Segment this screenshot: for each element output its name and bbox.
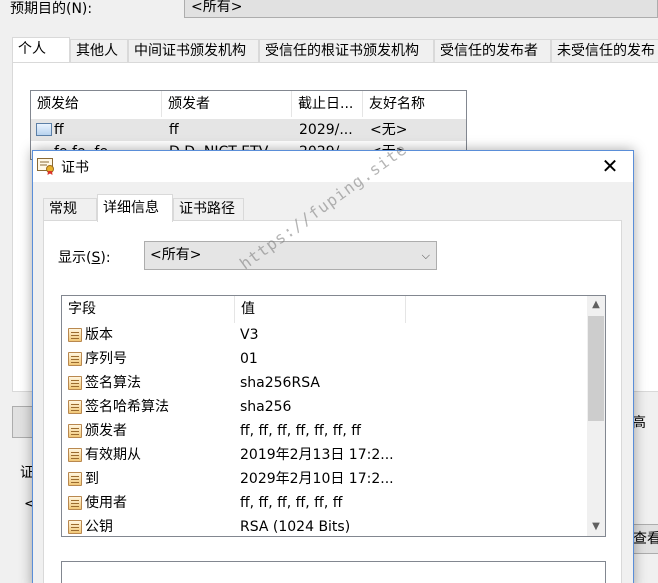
table-row[interactable]: 颁发者 ff, ff, ff, ff, ff, ff, ff <box>62 419 588 443</box>
field-icon <box>68 520 82 534</box>
fields-list[interactable]: 字段 值 版本 V3 序列号 01 签名算法 sha256RSA 签名哈希算法 … <box>61 295 606 537</box>
table-row[interactable]: 有效期从 2019年2月13日 17:2... <box>62 443 588 467</box>
close-button[interactable]: ✕ <box>587 151 633 182</box>
table-row[interactable]: 公钥 RSA (1024 Bits) <box>62 515 588 536</box>
purpose-label: 预期目的(N): <box>10 1 93 17</box>
field-icon <box>68 496 82 510</box>
field-value: ff, ff, ff, ff, ff, ff, ff <box>240 423 361 439</box>
tab-general[interactable]: 常规 <box>43 198 97 221</box>
dialog-titlebar[interactable]: 证书 ✕ <box>33 151 633 182</box>
tab-certification-path[interactable]: 证书路径 <box>173 198 244 221</box>
store-tabs: 个人 其他人 中间证书颁发机构 受信任的根证书颁发机构 受信任的发布者 未受信任… <box>12 37 658 64</box>
field-value: 2029年2月10日 17:2... <box>240 471 394 487</box>
field-name: 版本 <box>85 327 113 343</box>
column-friendly-name[interactable]: 友好名称 <box>363 91 466 117</box>
field-detail-textbox[interactable] <box>61 561 606 583</box>
tab-intermediate-ca[interactable]: 中间证书颁发机构 <box>128 39 259 63</box>
tab-other-people[interactable]: 其他人 <box>70 39 128 63</box>
close-icon: ✕ <box>601 154 619 178</box>
column-issuer[interactable]: 颁发者 <box>162 91 292 117</box>
field-icon <box>68 352 82 366</box>
field-icon <box>68 424 82 438</box>
purpose-select[interactable]: <所有> <box>184 0 658 18</box>
advanced-button[interactable]: 高 <box>632 412 646 432</box>
table-row[interactable]: 签名哈希算法 sha256 <box>62 395 588 419</box>
scrollbar-thumb[interactable] <box>588 316 604 421</box>
show-select[interactable]: <所有> ⌵ <box>144 241 437 270</box>
tab-details[interactable]: 详细信息 <box>97 194 173 222</box>
table-row[interactable]: 使用者 ff, ff, ff, ff, ff, ff <box>62 491 588 515</box>
field-name: 公钥 <box>85 519 113 535</box>
table-row[interactable]: 签名算法 sha256RSA <box>62 371 588 395</box>
table-row[interactable]: 序列号 01 <box>62 347 588 371</box>
import-button[interactable] <box>12 406 34 438</box>
certificate-dialog: 证书 ✕ 常规 详细信息 证书路径 显示(S): <所有> ⌵ 字段 值 版本 … <box>32 150 634 583</box>
issuer-cell: ff <box>169 122 179 138</box>
field-icon <box>68 328 82 342</box>
field-value: RSA (1024 Bits) <box>240 519 351 535</box>
dialog-title: 证书 <box>61 160 89 176</box>
expires-cell: 2029/... <box>299 122 353 138</box>
tab-untrusted-publishers[interactable]: 未受信任的发布 <box>551 39 658 63</box>
field-value: 2019年2月13日 17:2... <box>240 447 394 463</box>
table-row[interactable]: 到 2029年2月10日 17:2... <box>62 467 588 491</box>
chevron-down-icon: ⌵ <box>421 249 430 262</box>
field-name: 序列号 <box>85 351 127 367</box>
column-field[interactable]: 字段 <box>62 296 235 323</box>
field-name: 签名算法 <box>85 375 141 391</box>
column-expiration[interactable]: 截止日... <box>292 91 363 117</box>
issued-to-cell: ff <box>54 122 64 138</box>
field-value: V3 <box>240 327 259 343</box>
tab-trusted-publishers[interactable]: 受信任的发布者 <box>434 39 551 63</box>
field-icon <box>68 400 82 414</box>
field-value: sha256RSA <box>240 375 320 391</box>
column-issued-to[interactable]: 颁发给 <box>31 91 162 117</box>
field-name: 到 <box>85 471 99 487</box>
column-value[interactable]: 值 <box>235 296 406 323</box>
tab-personal[interactable]: 个人 <box>12 37 70 64</box>
scroll-down-icon[interactable]: ▼ <box>587 518 605 536</box>
field-name: 使用者 <box>85 495 127 511</box>
field-name: 颁发者 <box>85 423 127 439</box>
details-panel: 显示(S): <所有> ⌵ 字段 值 版本 V3 序列号 01 签名算法 sha… <box>43 220 622 583</box>
fields-scrollbar[interactable]: ▲ ▼ <box>587 296 605 536</box>
field-value: sha256 <box>240 399 292 415</box>
field-icon <box>68 376 82 390</box>
table-row[interactable]: ff ff 2029/... <无> <box>31 119 466 141</box>
certificate-icon <box>37 158 55 175</box>
show-select-value: <所有> <box>150 247 202 263</box>
field-name: 签名哈希算法 <box>85 399 169 415</box>
field-icon <box>68 448 82 462</box>
field-icon <box>68 472 82 486</box>
tab-trusted-root-ca[interactable]: 受信任的根证书颁发机构 <box>259 39 434 63</box>
friendly-name-cell: <无> <box>370 122 408 138</box>
field-value: 01 <box>240 351 258 367</box>
show-label: 显示(S): <box>58 250 111 266</box>
field-value: ff, ff, ff, ff, ff, ff <box>240 495 343 511</box>
field-name: 有效期从 <box>85 447 141 463</box>
scroll-up-icon[interactable]: ▲ <box>587 296 605 314</box>
table-row[interactable]: 版本 V3 <box>62 323 588 347</box>
